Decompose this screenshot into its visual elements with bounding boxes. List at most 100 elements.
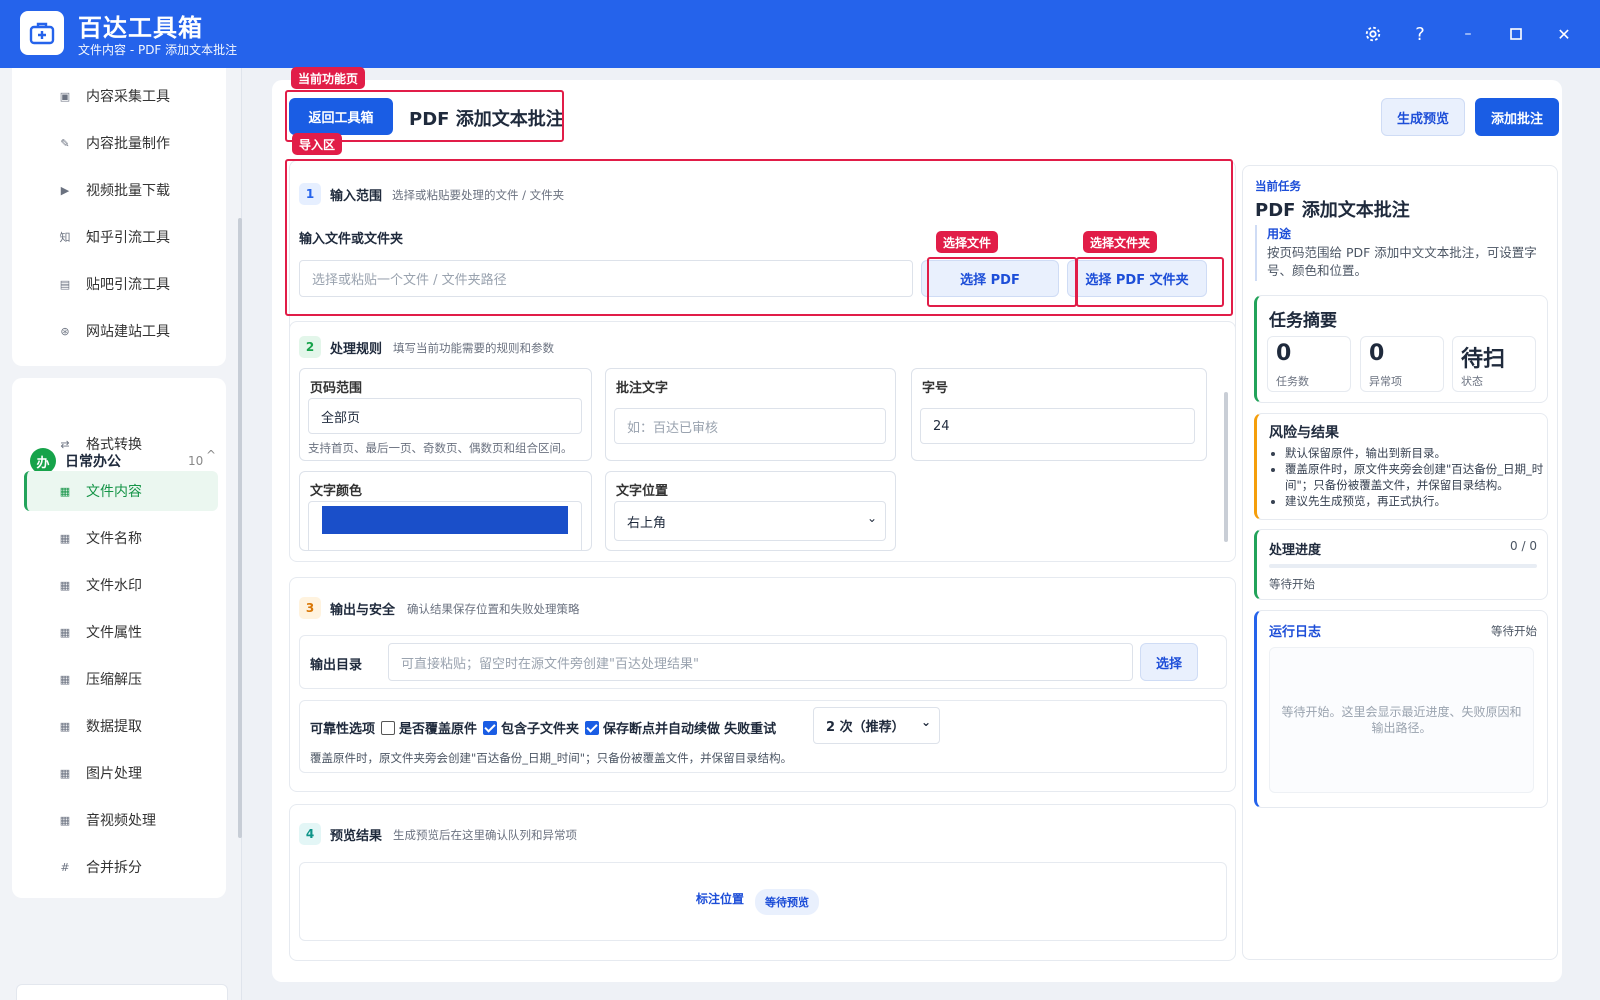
stat-value: 0 [1369,341,1385,366]
output-dir-select-button[interactable]: 选择 [1140,643,1198,681]
purpose-label: 用途 [1267,227,1292,241]
gear-icon[interactable] [1358,19,1388,49]
sidebar-item-网站建站工具[interactable]: ⊛ 网站建站工具 [24,311,218,351]
section-desc: 生成预览后在这里确认队列和异常项 [393,828,577,842]
section-preview: 4 预览结果 生成预览后在这里确认队列和异常项 标注位置 等待预览 [289,804,1236,961]
font-size-field: 字号 24 [911,368,1207,461]
run-log-card: 运行日志 等待开始 等待开始。这里会显示最近进度、失败原因和输出路径。 [1254,610,1548,808]
sidebar-item-压缩解压[interactable]: ▦ 压缩解压 [24,659,218,699]
sidebar-scrollbar[interactable] [238,218,242,838]
sidebar-item-合并拆分[interactable]: # 合并拆分 [24,847,218,887]
stat-exception-count: 0 异常项 [1360,336,1444,392]
overwrite-label: 是否覆盖原件 [399,722,478,737]
grid-icon: ▦ [59,531,71,545]
purpose-block: 用途 按页码范围给 PDF 添加中文文本批注，可设置字号、颜色和位置。 [1255,225,1547,281]
page-range-field: 页码范围 全部页 支持首页、最后一页、奇数页、偶数页和组合区间。 [299,368,592,461]
add-annotation-button[interactable]: 添加批注 [1475,98,1559,136]
section-title: 输出与安全 [330,603,396,618]
stat-label: 任务数 [1276,375,1309,388]
sidebar-item-知乎引流工具[interactable]: 知 知乎引流工具 [24,217,218,257]
font-size-input[interactable]: 24 [920,408,1195,444]
risk-title: 风险与结果 [1269,425,1339,441]
output-dir-label: 输出目录 [310,658,363,673]
select-pdf-button[interactable]: 选择 PDF [921,260,1059,297]
sidebar-item-视频批量下载[interactable]: ▶ 视频批量下载 [24,170,218,210]
log-title: 运行日志 [1269,625,1322,640]
sidebar-item-label: 视频批量下载 [86,183,170,199]
sidebar-item-label: 图片处理 [86,766,142,782]
sidebar-item-label: 知乎引流工具 [86,230,170,246]
sidebar-item-label: 格式转换 [86,437,142,453]
sidebar-item-格式转换[interactable]: ⇄ 格式转换 [24,424,218,464]
progress-status: 等待开始 [1269,577,1315,591]
sidebar-item-图片处理[interactable]: ▦ 图片处理 [24,753,218,793]
more-products-button[interactable]: 更多功能或产品 [16,984,228,1000]
field-label: 文字位置 [616,484,669,499]
section-desc: 选择或粘贴要处理的文件 / 文件夹 [392,188,565,202]
sidebar-item-label: 音视频处理 [86,813,156,829]
progress-count: 0 / 0 [1510,539,1537,553]
progress-label: 处理进度 [1269,543,1322,558]
sidebar-item-label: 文件属性 [86,625,142,641]
generate-preview-button[interactable]: 生成预览 [1381,98,1465,136]
include-subfolders-checkbox[interactable] [483,720,498,735]
stat-task-count: 0 任务数 [1267,336,1351,392]
sidebar-item-数据提取[interactable]: ▦ 数据提取 [24,706,218,746]
retry-value: 2 次（推荐） [826,720,905,735]
resume-checkbox[interactable] [585,720,600,735]
sidebar-item-文件属性[interactable]: ▦ 文件属性 [24,612,218,652]
purpose-text: 按页码范围给 PDF 添加中文文本批注，可设置字号、颜色和位置。 [1267,245,1537,278]
grid-icon: ▦ [59,625,71,639]
select-pdf-folder-button[interactable]: 选择 PDF 文件夹 [1067,260,1207,297]
page-range-input[interactable]: 全部页 [308,398,582,434]
import-area-annotation: 导入区 [292,133,343,155]
sidebar-item-label: 压缩解压 [86,672,142,688]
page-range-hint: 支持首页、最后一页、奇数页、偶数页和组合区间。 [308,441,573,455]
sidebar-item-label: 内容采集工具 [86,89,170,105]
web-icon: ⊛ [60,324,70,338]
section-output: 3 输出与安全 确认结果保存位置和失败处理策略 输出目录 可直接粘贴；留空时在源… [289,577,1236,792]
help-icon[interactable]: ? [1405,19,1435,49]
maximize-icon[interactable] [1501,19,1531,49]
section-number: 4 [299,823,321,845]
minimize-icon[interactable]: – [1453,19,1483,49]
sidebar-item-贴吧引流工具[interactable]: ▤ 贴吧引流工具 [24,264,218,304]
stat-label: 状态 [1461,375,1483,388]
sidebar-item-文件名称[interactable]: ▦ 文件名称 [24,518,218,558]
sidebar-item-label: 文件水印 [86,578,142,594]
overwrite-checkbox[interactable] [381,720,396,735]
back-to-toolbox-button[interactable]: 返回工具箱 [289,98,393,135]
log-status: 等待开始 [1491,624,1537,638]
close-icon[interactable]: ✕ [1549,19,1579,49]
chevron-down-icon: ⌄ [866,511,877,525]
annotation-text-input[interactable]: 如：百达已审核 [614,408,886,444]
sidebar-item-label: 合并拆分 [86,860,142,876]
current-page-annotation: 当前功能页 [291,67,366,89]
risk-card: 风险与结果 默认保留原件，输出到新目录。覆盖原件时，原文件夹旁会创建"百达备份_… [1254,413,1548,520]
section-number: 2 [299,336,321,358]
input-field-label: 输入文件或文件夹 [299,232,404,247]
reliability-label: 可靠性选项 [310,722,376,737]
text-position-select[interactable]: 右上角 ⌄ [614,501,886,541]
stat-value: 待扫 [1461,347,1506,372]
chevron-down-icon: ⌄ [920,715,931,729]
field-label: 批注文字 [616,381,669,396]
stat-label: 异常项 [1369,375,1402,388]
sidebar-item-音视频处理[interactable]: ▦ 音视频处理 [24,800,218,840]
color-picker[interactable] [308,501,582,550]
pen-icon: ✎ [60,136,70,150]
output-dir-input[interactable]: 可直接粘贴；留空时在源文件旁创建"百达处理结果" [388,643,1133,681]
input-path-field[interactable]: 选择或粘贴一个文件 / 文件夹路径 [299,260,913,297]
app-logo-icon [20,11,64,55]
annotation-text-field: 批注文字 如：百达已审核 [605,368,896,461]
section-title: 输入范围 [330,189,383,204]
rules-scrollbar[interactable] [1224,392,1228,542]
sidebar-item-文件内容[interactable]: ▦ 文件内容 [24,471,218,511]
sidebar-item-内容批量制作[interactable]: ✎ 内容批量制作 [24,123,218,163]
sidebar-item-文件水印[interactable]: ▦ 文件水印 [24,565,218,605]
sidebar-item-内容采集工具[interactable]: ▣ 内容采集工具 [24,76,218,116]
reliability-row: 可靠性选项 是否覆盖原件 包含子文件夹 保存断点并自动续做 失败重试 2 次（推… [299,700,1227,773]
tieba-icon: ▤ [59,277,71,291]
convert-icon: ⇄ [60,437,70,451]
retry-select[interactable]: 2 次（推荐） ⌄ [813,707,940,744]
